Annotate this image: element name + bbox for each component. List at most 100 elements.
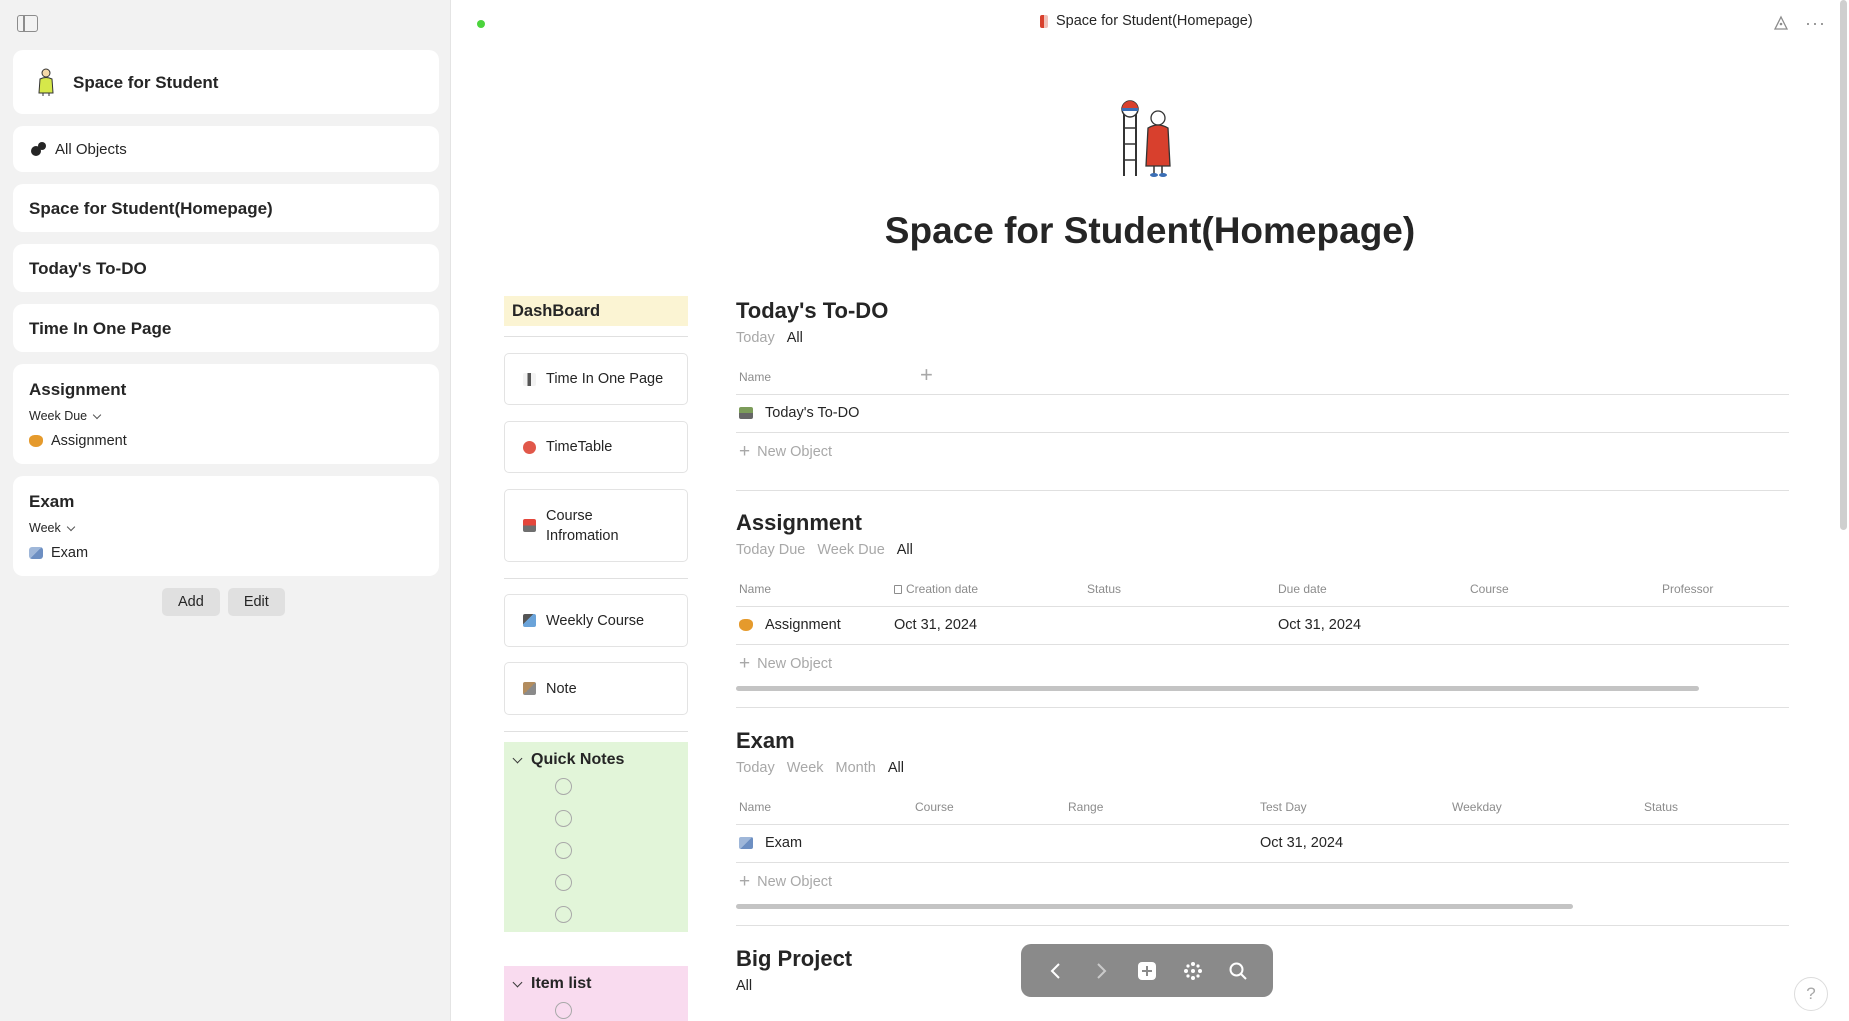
todo-title[interactable]: Today's To-DO bbox=[736, 298, 888, 324]
checkbox[interactable] bbox=[555, 810, 572, 827]
space-card[interactable]: Space for Student bbox=[13, 50, 439, 114]
cell-due-date[interactable]: Oct 31, 2024 bbox=[1278, 617, 1361, 633]
column-header-status[interactable]: Status bbox=[1087, 582, 1121, 596]
quick-notes-toggle[interactable]: Quick Notes bbox=[512, 751, 624, 769]
link-note[interactable]: Note bbox=[504, 662, 688, 715]
column-header-due-date[interactable]: Due date bbox=[1278, 582, 1327, 596]
checkbox[interactable] bbox=[555, 874, 572, 891]
widget-list-item[interactable]: Assignment bbox=[29, 433, 127, 449]
column-header-name[interactable]: Name bbox=[739, 800, 771, 814]
column-header-weekday[interactable]: Weekday bbox=[1452, 800, 1502, 814]
divider bbox=[736, 707, 1789, 708]
cell-test-day[interactable]: Oct 31, 2024 bbox=[1260, 835, 1343, 851]
back-icon[interactable] bbox=[1042, 957, 1070, 985]
horizontal-scrollbar[interactable] bbox=[736, 686, 1699, 691]
view-tab-week-due[interactable]: Week Due bbox=[817, 542, 884, 558]
divider bbox=[736, 432, 1789, 433]
link-time-in-one-page[interactable]: Time In One Page bbox=[504, 353, 688, 405]
divider bbox=[504, 578, 688, 579]
graph-icon[interactable] bbox=[1773, 15, 1789, 31]
divider bbox=[736, 644, 1789, 645]
checkbox[interactable] bbox=[555, 1002, 572, 1019]
view-tab-all[interactable]: All bbox=[897, 542, 913, 558]
table-row[interactable]: Exam bbox=[739, 835, 802, 851]
column-header-name[interactable]: Name bbox=[739, 370, 771, 384]
checkbox[interactable] bbox=[555, 906, 572, 923]
divider bbox=[736, 925, 1789, 926]
clock-emoji-icon bbox=[523, 372, 536, 386]
header-title[interactable]: Space for Student(Homepage) bbox=[1040, 13, 1253, 29]
widget-view-dropdown[interactable]: Week bbox=[29, 521, 75, 535]
link-weekly-course[interactable]: Weekly Course bbox=[504, 594, 688, 647]
view-tab-today[interactable]: Today bbox=[736, 760, 775, 776]
forward-icon[interactable] bbox=[1087, 957, 1115, 985]
space-name: Space for Student bbox=[73, 73, 219, 92]
link-course-information[interactable]: Course Infromation bbox=[504, 489, 688, 562]
item-list-title: Item list bbox=[531, 975, 592, 992]
link-label: Weekly Course bbox=[546, 612, 645, 629]
item-list-toggle[interactable]: Item list bbox=[512, 975, 591, 993]
sidebar-item-time-in-one-page[interactable]: Time In One Page bbox=[13, 304, 439, 352]
view-tab-all[interactable]: All bbox=[888, 760, 904, 776]
big-project-views: All bbox=[736, 978, 752, 994]
column-header-course[interactable]: Course bbox=[1470, 582, 1509, 596]
view-tab-today-due[interactable]: Today Due bbox=[736, 542, 805, 558]
page-title[interactable]: Space for Student(Homepage) bbox=[0, 210, 1849, 252]
quick-notes-title: Quick Notes bbox=[531, 751, 625, 768]
view-tab-month[interactable]: Month bbox=[836, 760, 876, 776]
sidebar: Space for Student All Objects Space for … bbox=[0, 0, 451, 1021]
timetable-emoji-icon bbox=[523, 440, 536, 454]
link-label: Time In One Page bbox=[546, 371, 664, 387]
widget-title[interactable]: Assignment bbox=[29, 380, 126, 400]
assignment-title[interactable]: Assignment bbox=[736, 510, 862, 536]
widgets-icon[interactable] bbox=[1179, 957, 1207, 985]
table-row[interactable]: Assignment bbox=[739, 617, 841, 633]
widget-list-item[interactable]: Exam bbox=[29, 545, 88, 561]
big-project-title[interactable]: Big Project bbox=[736, 946, 852, 972]
column-header-status[interactable]: Status bbox=[1644, 800, 1678, 814]
table-row[interactable]: Today's To-DO bbox=[739, 405, 859, 421]
weekly-emoji-icon bbox=[523, 614, 536, 627]
search-icon[interactable] bbox=[1224, 957, 1252, 985]
all-objects-link[interactable]: All Objects bbox=[13, 126, 439, 172]
add-column-icon[interactable]: + bbox=[920, 364, 933, 386]
new-object-button[interactable]: + New Object bbox=[739, 442, 832, 461]
view-tab-today[interactable]: Today bbox=[736, 330, 775, 346]
all-objects-label: All Objects bbox=[55, 141, 127, 158]
column-header-professor[interactable]: Professor bbox=[1662, 582, 1713, 596]
view-tab-all[interactable]: All bbox=[736, 978, 752, 994]
item-list-block: Item list bbox=[504, 966, 688, 1021]
more-icon[interactable]: ··· bbox=[1805, 13, 1826, 34]
new-object-button[interactable]: + New Object bbox=[739, 872, 832, 891]
edit-widgets-button[interactable]: Edit bbox=[227, 588, 285, 616]
view-tab-all[interactable]: All bbox=[787, 330, 803, 346]
column-header-range[interactable]: Range bbox=[1068, 800, 1103, 814]
column-header-course[interactable]: Course bbox=[915, 800, 954, 814]
exam-emoji-icon bbox=[29, 547, 43, 559]
link-timetable[interactable]: TimeTable bbox=[504, 421, 688, 473]
add-icon[interactable] bbox=[1133, 957, 1161, 985]
horizontal-scrollbar[interactable] bbox=[736, 904, 1573, 909]
sidebar-toggle-icon[interactable] bbox=[17, 15, 38, 32]
widget-title[interactable]: Exam bbox=[29, 492, 74, 512]
divider bbox=[504, 336, 688, 337]
help-icon[interactable]: ? bbox=[1794, 977, 1828, 1011]
view-tab-week[interactable]: Week bbox=[787, 760, 824, 776]
widget-view-dropdown[interactable]: Week Due bbox=[29, 409, 102, 423]
exam-title[interactable]: Exam bbox=[736, 728, 795, 754]
cover-illustration-icon bbox=[1121, 100, 1171, 177]
widget-view-label: Week Due bbox=[29, 409, 88, 423]
column-header-name[interactable]: Name bbox=[739, 582, 771, 596]
chevron-down-icon bbox=[512, 753, 523, 763]
page-scrollbar[interactable] bbox=[1840, 0, 1847, 530]
column-header-creation-date[interactable]: Creation date bbox=[894, 582, 978, 596]
todo-views: Today All bbox=[736, 330, 803, 346]
sync-status-dot bbox=[477, 20, 485, 28]
checkbox[interactable] bbox=[555, 778, 572, 795]
checkbox[interactable] bbox=[555, 842, 572, 859]
new-object-button[interactable]: + New Object bbox=[739, 654, 832, 673]
note-emoji-icon bbox=[523, 682, 536, 695]
column-header-test-day[interactable]: Test Day bbox=[1260, 800, 1307, 814]
add-widget-button[interactable]: Add bbox=[162, 588, 220, 616]
cell-creation-date[interactable]: Oct 31, 2024 bbox=[894, 617, 977, 633]
